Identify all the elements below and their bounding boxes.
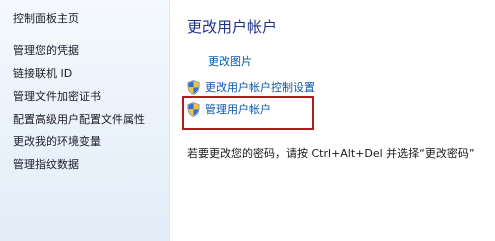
main-content: 更改用户帐户 更改图片 更改用户帐户控制设置 管理用户帐户 若要更改您的密码，请… — [170, 0, 495, 241]
sidebar-item-manage-encryption-certs[interactable]: 管理文件加密证书 — [13, 90, 101, 104]
sidebar-item-manage-fingerprint-data[interactable]: 管理指纹数据 — [13, 158, 79, 172]
manage-user-accounts-label: 管理用户帐户 — [205, 102, 271, 116]
change-picture-link[interactable]: 更改图片 — [208, 55, 252, 69]
left-navigation-pane: 控制面板主页 管理您的凭据 链接联机 ID 管理文件加密证书 配置高级用户配置文… — [0, 0, 170, 241]
uac-settings-link[interactable]: 更改用户帐户控制设置 — [187, 80, 315, 95]
sidebar-item-change-environment-variables[interactable]: 更改我的环境变量 — [13, 135, 101, 149]
sidebar-item-advanced-profile-properties[interactable]: 配置高级用户配置文件属性 — [13, 113, 145, 127]
change-password-hint: 若要更改您的密码，请按 Ctrl+Alt+Del 并选择“更改密码” — [187, 147, 475, 160]
control-panel-home-link[interactable]: 控制面板主页 — [13, 12, 79, 26]
uac-shield-icon — [187, 80, 200, 95]
manage-user-accounts-link[interactable]: 管理用户帐户 — [187, 102, 271, 117]
page-title: 更改用户帐户 — [187, 18, 278, 36]
uac-settings-label: 更改用户帐户控制设置 — [205, 80, 315, 94]
control-panel-window: 控制面板主页 管理您的凭据 链接联机 ID 管理文件加密证书 配置高级用户配置文… — [0, 0, 495, 241]
uac-shield-icon — [187, 102, 200, 117]
sidebar-item-manage-credentials[interactable]: 管理您的凭据 — [13, 44, 79, 58]
sidebar-item-link-online-id[interactable]: 链接联机 ID — [13, 67, 72, 81]
